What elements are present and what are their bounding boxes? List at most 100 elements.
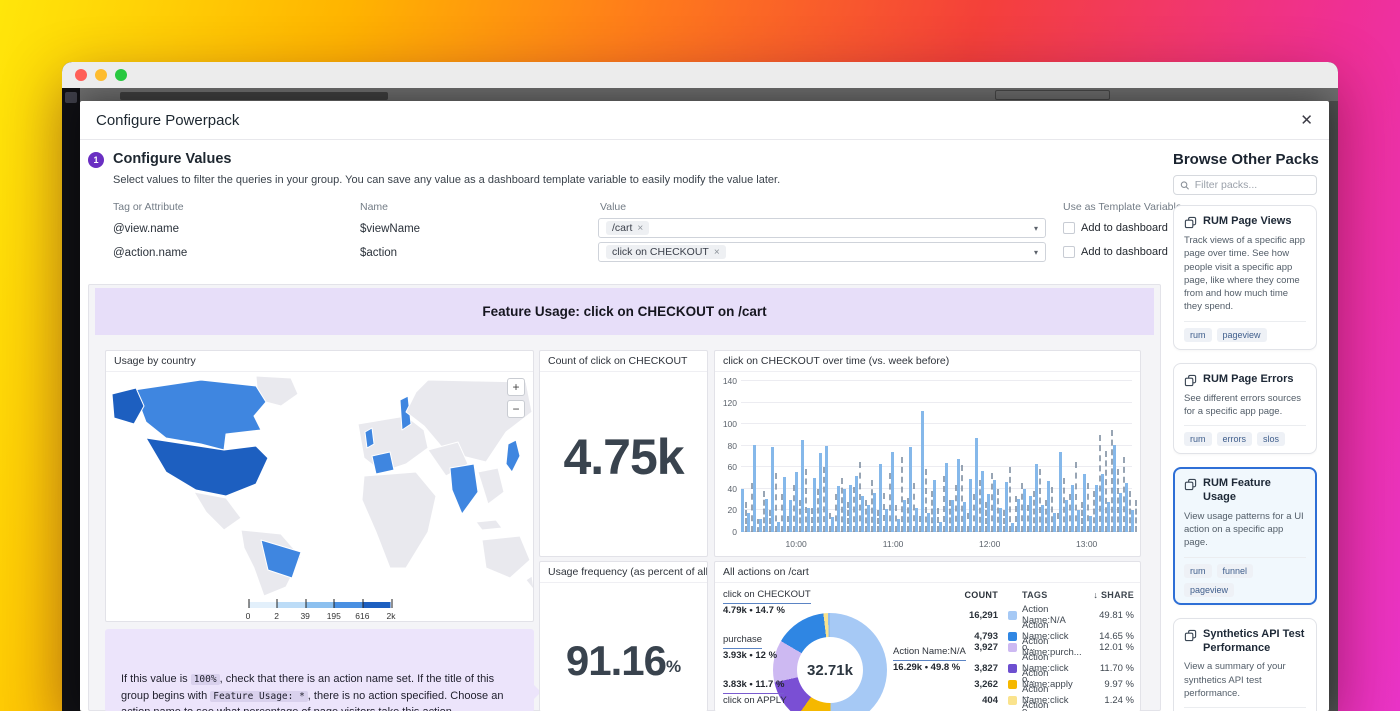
bar-week-before[interactable] (979, 480, 981, 532)
bar-week-before[interactable] (949, 500, 951, 532)
close-icon[interactable]: ✕ (1300, 113, 1313, 128)
bar-current[interactable] (1107, 502, 1110, 532)
bar-current[interactable] (1053, 513, 1056, 532)
remove-value-icon[interactable]: × (637, 223, 643, 234)
bar-current[interactable] (1071, 485, 1074, 532)
map-zoom-in-button[interactable]: + (507, 378, 525, 396)
bar-current[interactable] (1017, 499, 1020, 532)
bar-current[interactable] (1005, 482, 1008, 532)
bar-week-before[interactable] (829, 513, 831, 532)
row1-add-to-dashboard[interactable]: Add to dashboard (1063, 222, 1168, 234)
bar-current[interactable] (795, 472, 798, 532)
bar-current[interactable] (939, 522, 942, 532)
pack-card[interactable]: Synthetics API Test Performance View a s… (1173, 618, 1317, 711)
bar-week-before[interactable] (907, 498, 909, 533)
bar-week-before[interactable] (1135, 500, 1137, 532)
bar-week-before[interactable] (1045, 500, 1047, 532)
bar-week-before[interactable] (1123, 457, 1125, 533)
bar-week-before[interactable] (925, 469, 927, 532)
bar-current[interactable] (825, 446, 828, 532)
bar-current[interactable] (759, 519, 762, 532)
bar-week-before[interactable] (841, 478, 843, 532)
row2-value-select[interactable]: click on CHECKOUT× ▾ (598, 242, 1046, 262)
bar-week-before[interactable] (961, 465, 963, 532)
bar-week-before[interactable] (997, 489, 999, 532)
remove-value-icon[interactable]: × (714, 247, 720, 258)
bar-week-before[interactable] (943, 476, 945, 532)
bar-week-before[interactable] (769, 510, 771, 532)
bar-week-before[interactable] (1021, 483, 1023, 532)
bar-week-before[interactable] (901, 457, 903, 533)
pack-tag[interactable]: rum (1184, 432, 1212, 446)
bar-current[interactable] (1011, 523, 1014, 532)
bar-current[interactable] (903, 500, 906, 532)
bar-week-before[interactable] (1057, 513, 1059, 532)
bar-current[interactable] (1023, 489, 1026, 532)
window-maximize-button[interactable] (115, 69, 127, 81)
bar-current[interactable] (747, 513, 750, 532)
bar-current[interactable] (891, 452, 894, 532)
bar-current[interactable] (807, 508, 810, 532)
row2-add-to-dashboard[interactable]: Add to dashboard (1063, 246, 1168, 258)
bar-current[interactable] (885, 509, 888, 532)
bar-week-before[interactable] (799, 500, 801, 532)
bar-week-before[interactable] (973, 494, 975, 532)
row1-value-select[interactable]: /cart× ▾ (598, 218, 1046, 238)
pack-card[interactable]: RUM Feature Usage View usage patterns fo… (1173, 467, 1317, 604)
bar-week-before[interactable] (1129, 491, 1131, 532)
bar-week-before[interactable] (967, 513, 969, 532)
row2-checkbox[interactable] (1063, 246, 1075, 258)
bar-current[interactable] (975, 438, 978, 532)
map-zoom-out-button[interactable]: − (507, 400, 525, 418)
bar-week-before[interactable] (985, 502, 987, 532)
bar-week-before[interactable] (793, 485, 795, 532)
bar-week-before[interactable] (865, 500, 867, 532)
bar-week-before[interactable] (1009, 467, 1011, 532)
bar-week-before[interactable] (877, 510, 879, 532)
bar-current[interactable] (921, 411, 924, 532)
bar-week-before[interactable] (835, 494, 837, 532)
bar-current[interactable] (777, 522, 780, 532)
bar-week-before[interactable] (1051, 487, 1053, 532)
bar-current[interactable] (951, 500, 954, 532)
table-row[interactable]: 3,827Action Name:click o...11.70 % (952, 652, 1134, 668)
table-row[interactable]: 4,793Action Name:click o...14.65 % (952, 620, 1134, 636)
bar-current[interactable] (1029, 496, 1032, 532)
bar-current[interactable] (969, 479, 972, 532)
column-share-sorted[interactable]: ↓ SHARE (1082, 590, 1134, 600)
bar-current[interactable] (855, 476, 858, 532)
bar-week-before[interactable] (1039, 469, 1041, 532)
bar-week-before[interactable] (1105, 451, 1107, 532)
bar-week-before[interactable] (1117, 469, 1119, 532)
bar-week-before[interactable] (1081, 502, 1083, 532)
bar-week-before[interactable] (847, 502, 849, 532)
bar-current[interactable] (831, 517, 834, 532)
bar-week-before[interactable] (1087, 483, 1089, 532)
bar-week-before[interactable] (1015, 496, 1017, 532)
pack-tag[interactable]: slos (1257, 432, 1285, 446)
bar-current[interactable] (1131, 510, 1134, 532)
bar-week-before[interactable] (787, 516, 789, 532)
pack-card[interactable]: RUM Page Errors See different errors sou… (1173, 363, 1317, 455)
bar-current[interactable] (1047, 481, 1050, 532)
bar-week-before[interactable] (919, 516, 921, 532)
bar-current[interactable] (1119, 493, 1122, 532)
world-map[interactable]: + − (106, 372, 533, 622)
table-row[interactable]: 16,291Action Name:N/A49.81 % (952, 604, 1134, 620)
filter-packs-input[interactable] (1195, 179, 1310, 191)
bar-current[interactable] (879, 464, 882, 532)
bar-current[interactable] (813, 478, 816, 532)
bar-current[interactable] (993, 480, 996, 532)
timeseries-bars[interactable] (741, 381, 1132, 532)
bar-current[interactable] (1089, 516, 1092, 532)
bar-current[interactable] (849, 485, 852, 532)
bar-current[interactable] (1113, 445, 1116, 532)
bar-current[interactable] (915, 508, 918, 532)
bar-current[interactable] (897, 519, 900, 532)
pack-card[interactable]: RUM Page Views Track views of a specific… (1173, 205, 1317, 350)
bar-week-before[interactable] (781, 494, 783, 532)
bar-current[interactable] (801, 440, 804, 532)
bar-week-before[interactable] (757, 519, 759, 532)
bar-week-before[interactable] (751, 483, 753, 532)
bar-current[interactable] (753, 445, 756, 532)
